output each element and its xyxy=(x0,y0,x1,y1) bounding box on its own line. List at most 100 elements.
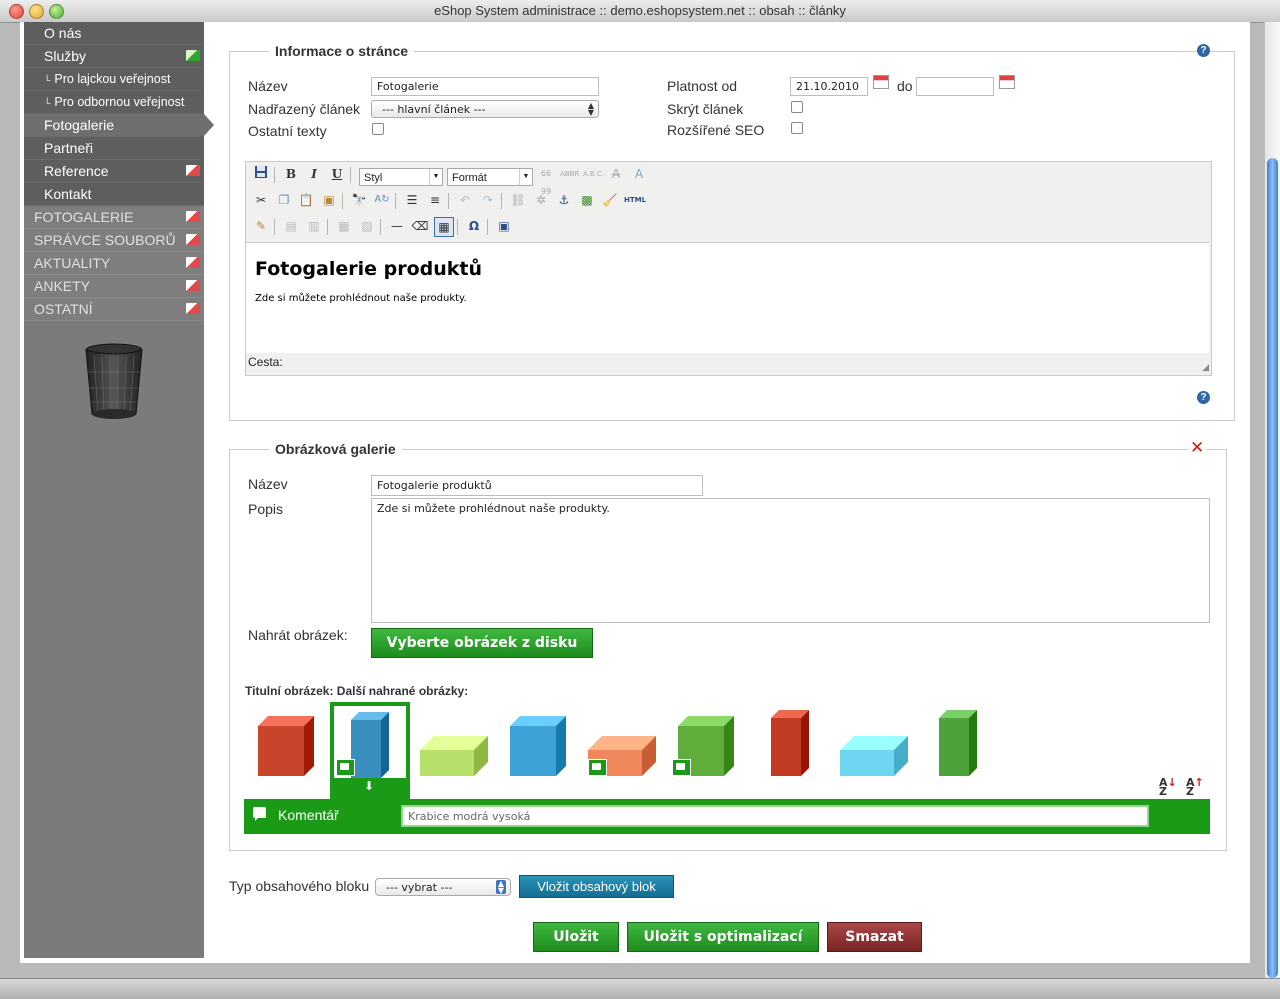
abbreviation-icon[interactable]: ABBR xyxy=(560,165,579,183)
sidebar-item[interactable]: Partneři xyxy=(24,137,204,160)
redo-icon[interactable]: ↷ xyxy=(479,191,497,209)
gallery-thumbnail[interactable] xyxy=(582,704,662,780)
insert-row-icon[interactable]: ▤ xyxy=(282,217,300,235)
folder-icon[interactable] xyxy=(186,234,200,245)
calendar-icon[interactable] xyxy=(999,75,1015,89)
sidebar-item[interactable]: Pro odbornou veřejnost xyxy=(24,91,204,114)
save-optimize-button[interactable]: Uložit s optimalizací xyxy=(627,922,819,952)
cut-icon[interactable]: ✂ xyxy=(252,191,270,209)
gallery-thumbnail[interactable] xyxy=(246,704,326,780)
comment-badge-icon[interactable] xyxy=(672,759,691,776)
sidebar-section[interactable]: AKTUALITY xyxy=(24,252,204,275)
calendar-icon[interactable] xyxy=(873,75,889,89)
valid-from-input[interactable]: 21.10.2010 xyxy=(790,77,868,96)
gallery-thumbnail[interactable] xyxy=(750,704,830,780)
gallery-name-input[interactable]: Fotogalerie produktů xyxy=(371,475,703,496)
choose-image-button[interactable]: Vyberte obrázek z disku xyxy=(371,628,593,658)
unlink-icon[interactable]: ✲ xyxy=(532,191,550,209)
strikethrough-icon[interactable]: A xyxy=(607,165,625,183)
delete-column-icon[interactable]: ▧ xyxy=(358,217,376,235)
gallery-description-textarea[interactable]: Zde si můžete prohlédnout naše produkty. xyxy=(371,498,1210,623)
eraser-icon[interactable]: ⌫ xyxy=(411,217,429,235)
content-block-type-select[interactable]: --- vybrat --- ▲ ▼ xyxy=(375,878,511,896)
anchor-icon[interactable]: ⚓ xyxy=(555,191,573,209)
remove-gallery-icon[interactable]: ✕ xyxy=(1188,440,1207,457)
parent-article-select[interactable]: --- hlavní článek --- ▲ ▼ xyxy=(371,100,599,118)
link-icon[interactable]: ⛓ xyxy=(509,191,527,209)
sidebar-section[interactable]: OSTATNÍ xyxy=(24,298,204,321)
save-icon[interactable] xyxy=(252,165,270,183)
image-icon[interactable]: ▩ xyxy=(578,191,596,209)
delete-row-icon[interactable]: ▥ xyxy=(305,217,323,235)
sort-az-icon[interactable]: A↓ Z xyxy=(1159,777,1177,797)
resize-handle-icon[interactable]: ◢ xyxy=(1202,363,1209,373)
save-button[interactable]: Uložit xyxy=(533,922,619,952)
insert-column-icon[interactable]: ▦ xyxy=(335,217,353,235)
vertical-scrollbar[interactable] xyxy=(1264,22,1280,978)
gallery-thumbnail[interactable] xyxy=(414,704,494,780)
comment-input[interactable]: Krabice modrá vysoká xyxy=(401,805,1149,827)
folder-icon[interactable] xyxy=(186,211,200,222)
editor-content-area[interactable]: Fotogalerie produktů Zde si můžete prohl… xyxy=(246,242,1209,353)
folder-icon[interactable] xyxy=(186,257,200,268)
cleanup-icon[interactable]: 🧹 xyxy=(601,191,619,209)
name-input[interactable]: Fotogalerie xyxy=(371,77,599,96)
insert-content-block-button[interactable]: Vložit obsahový blok xyxy=(519,875,674,898)
style-select[interactable]: Styl ▼ xyxy=(359,168,443,186)
page-info-legend: Informace o stránce xyxy=(269,43,415,59)
sort-za-icon[interactable]: A↑ Z xyxy=(1186,777,1204,797)
other-texts-checkbox[interactable] xyxy=(372,123,384,135)
sidebar-item[interactable]: Kontakt xyxy=(24,183,204,206)
acronym-icon[interactable]: A.B.C. xyxy=(583,165,604,183)
numbered-list-icon[interactable]: ≡ xyxy=(426,191,444,209)
special-char-icon[interactable]: Ω xyxy=(465,217,483,235)
paste-icon[interactable]: 📋 xyxy=(297,191,315,209)
bold-icon[interactable]: B xyxy=(282,165,300,183)
dropdown-arrow-icon: ▼ xyxy=(519,169,532,185)
sidebar-section[interactable]: FOTOGALERIE xyxy=(24,206,204,229)
find-icon[interactable]: 🔭 xyxy=(350,191,368,209)
comment-badge-icon[interactable] xyxy=(588,759,607,776)
sidebar-section[interactable]: ANKETY xyxy=(24,275,204,298)
underline-icon[interactable]: U xyxy=(328,165,346,183)
fullscreen-icon[interactable]: ▣ xyxy=(495,217,513,235)
gallery-thumbnail[interactable]: ⬇ xyxy=(330,702,410,799)
html-source-icon[interactable]: HTML xyxy=(624,191,646,209)
undo-icon[interactable]: ↶ xyxy=(456,191,474,209)
paste-text-icon[interactable]: ▣ xyxy=(320,191,338,209)
horizontal-rule-icon[interactable]: — xyxy=(388,217,406,235)
folder-icon[interactable] xyxy=(186,280,200,291)
help-icon[interactable]: ? xyxy=(1197,44,1210,57)
italic-icon[interactable]: I xyxy=(305,165,323,183)
sidebar-item[interactable]: O nás xyxy=(24,22,204,45)
table-icon[interactable]: ▦ xyxy=(434,217,454,237)
gallery-thumbnail[interactable] xyxy=(918,704,998,780)
help-icon[interactable]: ? xyxy=(1197,391,1210,404)
bullet-list-icon[interactable]: ☰ xyxy=(403,191,421,209)
text-color-icon[interactable]: A xyxy=(630,165,648,183)
format-select[interactable]: Formát ▼ xyxy=(447,168,533,186)
toolbar-separator xyxy=(274,167,275,183)
folder-icon[interactable] xyxy=(186,303,200,314)
trash-bin-icon[interactable] xyxy=(84,342,144,420)
scrollbar-thumb[interactable] xyxy=(1267,158,1278,978)
replace-icon[interactable]: A↻ xyxy=(373,191,391,209)
edit-icon[interactable]: ✎ xyxy=(252,217,270,235)
extended-seo-checkbox[interactable] xyxy=(791,122,803,134)
sidebar-section[interactable]: SPRÁVCE SOUBORŮ xyxy=(24,229,204,252)
gallery-thumbnail[interactable] xyxy=(834,704,914,780)
sidebar-item[interactable]: Fotogalerie xyxy=(24,114,214,137)
valid-to-input[interactable] xyxy=(916,77,994,96)
sidebar-item[interactable]: Reference xyxy=(24,160,204,183)
sidebar-item[interactable]: Služby xyxy=(24,45,204,68)
folder-icon[interactable] xyxy=(186,50,200,61)
gallery-thumbnail[interactable] xyxy=(498,704,578,780)
delete-button[interactable]: Smazat xyxy=(827,922,922,952)
hide-article-checkbox[interactable] xyxy=(791,101,803,113)
folder-icon[interactable] xyxy=(186,165,200,176)
comment-badge-icon[interactable] xyxy=(336,759,355,776)
sidebar-item[interactable]: Pro lajckou veřejnost xyxy=(24,68,204,91)
quote-icon[interactable]: 66 99 xyxy=(537,165,555,196)
copy-icon[interactable]: ❐ xyxy=(275,191,293,209)
gallery-thumbnail[interactable] xyxy=(666,704,746,780)
